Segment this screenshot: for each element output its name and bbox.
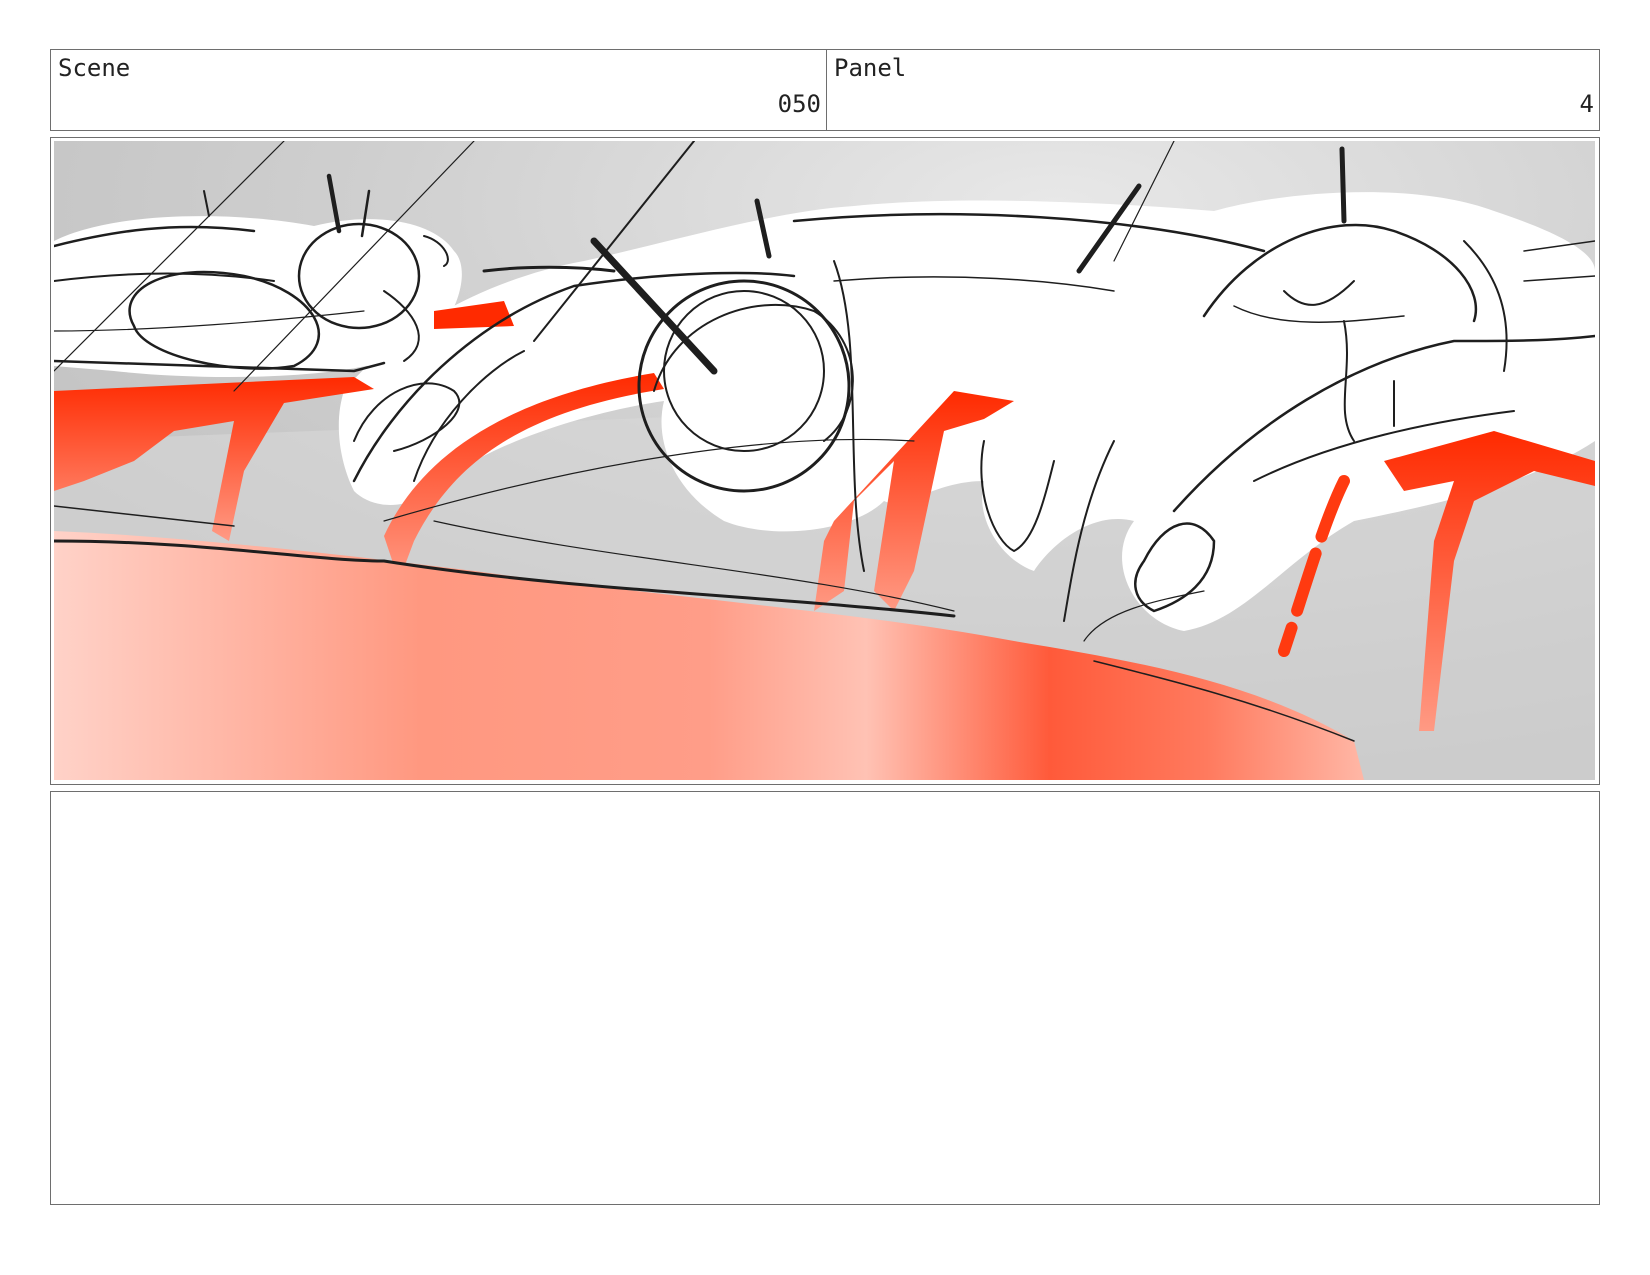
storyboard-notes-area — [50, 791, 1600, 1205]
panel-number: 4 — [1579, 90, 1594, 118]
scene-cell: Scene 050 — [51, 50, 827, 130]
panel-cell: Panel 4 — [827, 50, 1599, 130]
storyboard-header: Scene 050 Panel 4 — [50, 49, 1600, 131]
scene-number: 050 — [777, 90, 821, 118]
storyboard-sketch — [54, 141, 1595, 780]
sketch-drawing — [54, 141, 1595, 780]
storyboard-image-frame — [50, 137, 1600, 785]
panel-label: Panel — [834, 54, 907, 82]
scene-label: Scene — [58, 54, 131, 82]
